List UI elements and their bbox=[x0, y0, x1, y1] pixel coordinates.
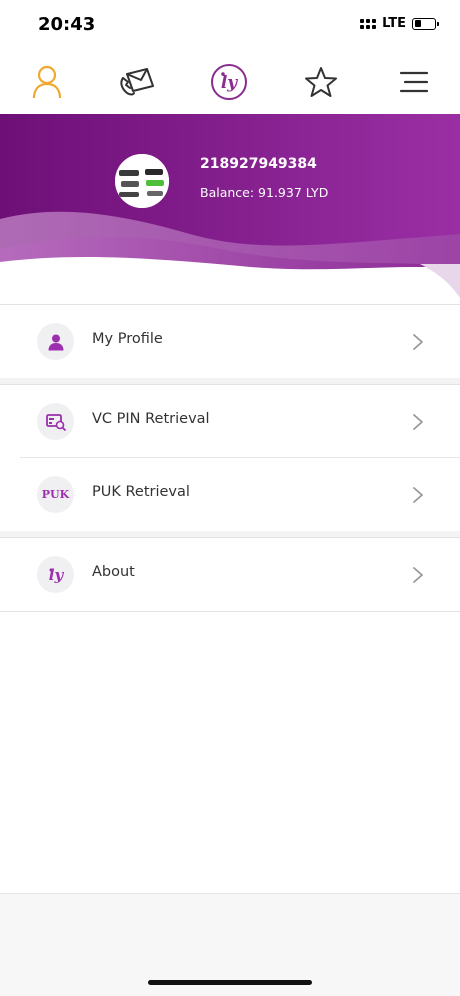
profile-banner: 218927949384 Balance: 91.937 LYD bbox=[0, 114, 460, 304]
home-indicator[interactable] bbox=[148, 980, 312, 985]
puk-icon-text: PUK bbox=[41, 488, 70, 501]
battery-level bbox=[414, 20, 421, 27]
battery-icon bbox=[412, 17, 439, 30]
cellular-signal-icon bbox=[360, 18, 377, 29]
menu-group-profile: My Profile bbox=[0, 304, 460, 379]
chevron-right-icon bbox=[413, 414, 423, 430]
menu-group-about: ly About bbox=[0, 537, 460, 612]
status-indicators: LTE bbox=[360, 16, 439, 31]
menu-item-my-profile[interactable]: My Profile bbox=[0, 305, 460, 378]
favorites-star-icon[interactable] bbox=[301, 60, 341, 104]
menu-item-label: My Profile bbox=[92, 331, 163, 347]
status-time: 20:43 bbox=[38, 14, 96, 35]
app-screen: 20:43 LTE ly 218927949384 Balance: 91.93… bbox=[0, 0, 460, 996]
brand-logo-icon: ly bbox=[37, 556, 74, 593]
menu-item-label: PUK Retrieval bbox=[92, 484, 190, 500]
puk-icon: PUK bbox=[37, 476, 74, 513]
top-navigation: ly bbox=[0, 60, 460, 108]
menu-item-puk-retrieval[interactable]: PUK PUK Retrieval bbox=[0, 458, 460, 531]
network-type: LTE bbox=[382, 16, 406, 31]
balance-text: Balance: 91.937 LYD bbox=[200, 185, 329, 200]
menu-icon[interactable] bbox=[394, 60, 434, 104]
phone-number: 218927949384 bbox=[200, 156, 317, 172]
user-icon bbox=[37, 323, 74, 360]
avatar[interactable] bbox=[115, 154, 169, 208]
menu-item-vc-pin-retrieval[interactable]: VC PIN Retrieval bbox=[0, 385, 460, 458]
banner-wave-background bbox=[0, 114, 460, 304]
menu-item-about[interactable]: ly About bbox=[0, 538, 460, 611]
status-bar: 20:43 LTE bbox=[0, 0, 460, 50]
chevron-right-icon bbox=[413, 567, 423, 583]
profile-icon[interactable] bbox=[27, 60, 67, 104]
menu-group-retrieval: VC PIN Retrieval PUK PUK Retrieval bbox=[0, 384, 460, 532]
messages-icon[interactable] bbox=[117, 60, 157, 104]
menu-item-label: About bbox=[92, 564, 135, 580]
chevron-right-icon bbox=[413, 487, 423, 503]
menu-item-label: VC PIN Retrieval bbox=[92, 411, 210, 427]
chevron-right-icon bbox=[413, 334, 423, 350]
svg-text:ly: ly bbox=[221, 73, 238, 93]
brand-logo-icon[interactable]: ly bbox=[209, 60, 249, 104]
card-search-icon bbox=[37, 403, 74, 440]
